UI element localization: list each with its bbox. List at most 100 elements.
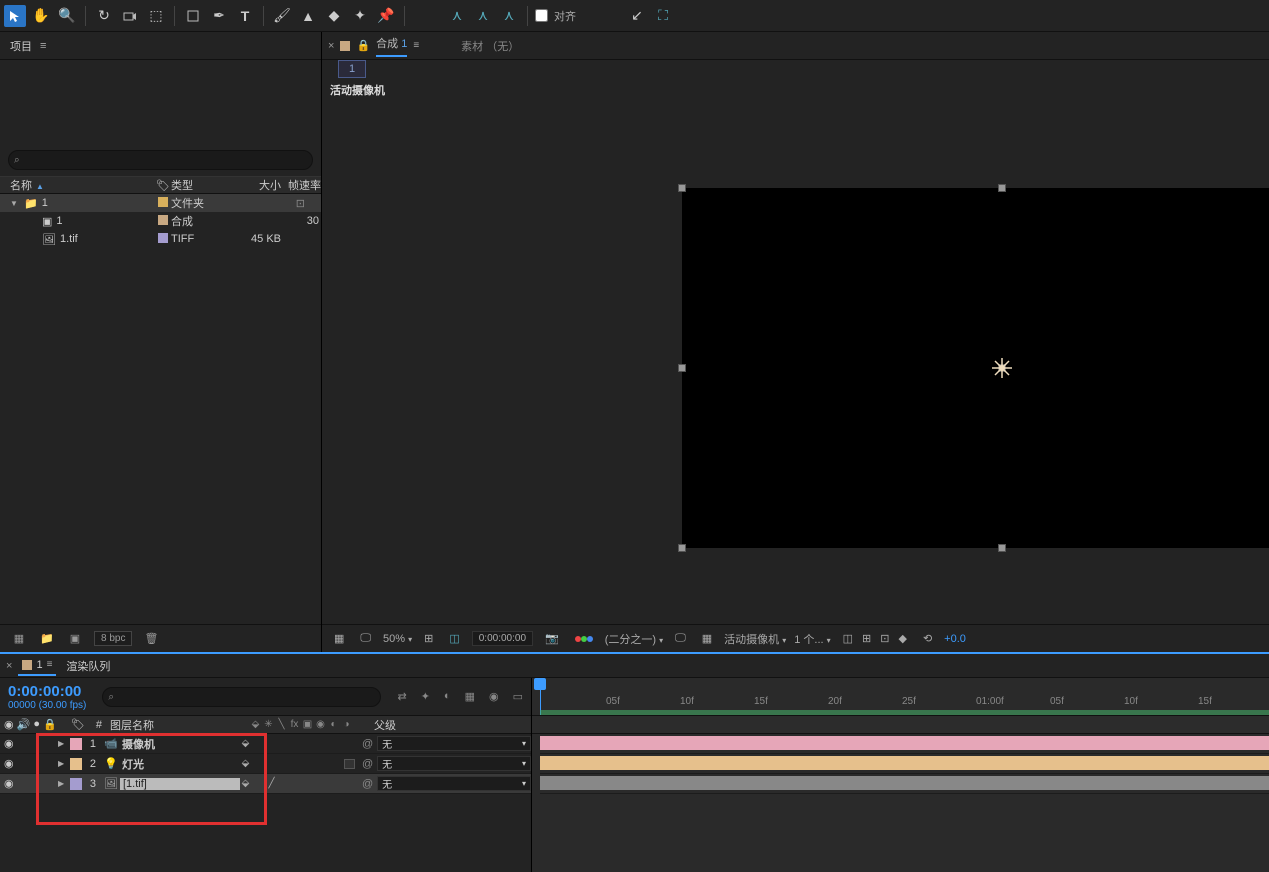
transform-handle[interactable] [678, 184, 686, 192]
eraser-tool[interactable]: ◆ [323, 5, 345, 27]
label-swatch[interactable] [158, 197, 168, 207]
roto-tool[interactable]: ✦ [349, 5, 371, 27]
selection-tool[interactable] [4, 5, 26, 27]
track-row[interactable] [540, 754, 1269, 774]
view-axis[interactable]: ⋏ [498, 5, 520, 27]
pixel-aspect-icon[interactable]: ◫ [839, 630, 857, 648]
zoom-dropdown[interactable]: 50% ▾ [383, 633, 412, 645]
timecode-display[interactable]: 0:00:00:00 [472, 631, 533, 646]
layer-label-swatch[interactable] [70, 758, 82, 770]
layer-label-swatch[interactable] [70, 738, 82, 750]
views-dropdown[interactable]: 1 个... ▾ [794, 631, 830, 647]
track-row[interactable] [540, 734, 1269, 754]
layer-duration-bar[interactable] [540, 776, 1269, 790]
col-type[interactable]: 类型 [171, 177, 241, 193]
pickwhip-icon[interactable]: @ [362, 778, 373, 790]
zoom-tool[interactable]: 🔍 [56, 5, 78, 27]
time-ruler[interactable]: 05f10f15f20f25f01:00f05f10f15f [532, 678, 1269, 716]
number-col[interactable]: # [86, 719, 106, 731]
delete-icon[interactable]: 🗑 [142, 630, 160, 648]
rect-tool[interactable]: ⬚ [145, 5, 167, 27]
label-col-icon[interactable]: 🏷 [70, 718, 86, 731]
col-name[interactable]: 名称 [10, 180, 32, 192]
new-folder-icon[interactable]: 📁 [38, 630, 56, 648]
label-swatch[interactable] [158, 215, 168, 225]
pickwhip-icon[interactable]: @ [362, 738, 373, 750]
mask-icon[interactable]: ◆ [894, 630, 910, 648]
camera-dropdown[interactable]: 活动摄像机 ▾ [724, 631, 786, 647]
transform-handle[interactable] [678, 364, 686, 372]
render-queue-tab[interactable]: 渲染队列 [62, 656, 114, 676]
layer-name[interactable]: 摄像机 [120, 736, 240, 752]
layer-row[interactable]: ◉ ▶ 3 🖼 [1.tif] ⬙╱ @ 无▾ [0, 774, 531, 794]
shape-tool[interactable] [182, 5, 204, 27]
local-axis[interactable]: ⋏ [446, 5, 468, 27]
always-preview-icon[interactable]: ▦ [330, 630, 348, 648]
expand-layer-icon[interactable]: ▶ [58, 739, 68, 748]
parent-dropdown[interactable]: 无▾ [377, 756, 531, 771]
solo-col-icon[interactable]: ● [33, 718, 40, 731]
visibility-toggle[interactable]: ◉ [4, 778, 14, 790]
parent-dropdown[interactable]: 无▾ [377, 776, 531, 791]
comp-flow-item[interactable]: 1 [338, 60, 366, 78]
type-tool[interactable]: T [234, 5, 256, 27]
layer-switches[interactable]: ⬙ [240, 758, 360, 769]
world-axis[interactable]: ⋏ [472, 5, 494, 27]
light-gizmo-icon[interactable] [991, 357, 1013, 379]
orbit-tool[interactable]: ↻ [93, 5, 115, 27]
comp-flowchart-icon[interactable]: ⇄ [397, 690, 406, 703]
tab-menu-icon[interactable]: ≡ [413, 40, 419, 51]
footage-tab[interactable]: 素材 （无） [461, 38, 519, 54]
expand-icon[interactable]: ⛶ [652, 5, 674, 27]
project-item[interactable]: 🖼1.tif TIFF 45 KB [0, 230, 321, 248]
layer-label-swatch[interactable] [70, 778, 82, 790]
reset-exposure-icon[interactable]: ⟲ [919, 630, 936, 648]
exposure-value[interactable]: +0.0 [944, 633, 966, 645]
resolution-dropdown[interactable]: (二分之一) ▾ [605, 631, 663, 647]
transform-handle[interactable] [998, 184, 1006, 192]
resolution-icon[interactable]: ⊞ [420, 630, 437, 648]
close-tab-icon[interactable]: × [6, 660, 12, 672]
visibility-toggle[interactable]: ◉ [4, 738, 14, 750]
lock-icon[interactable]: 🔒 [356, 39, 370, 52]
layer-duration-bar[interactable] [540, 736, 1269, 750]
close-tab-icon[interactable]: × [328, 40, 334, 52]
grid-icon[interactable]: ⊞ [858, 630, 875, 648]
expand-layer-icon[interactable]: ▶ [58, 779, 68, 788]
timeline-icon[interactable]: ▦ [698, 630, 716, 648]
frame-blend-icon[interactable]: ▦ [465, 690, 475, 703]
layer-switches[interactable]: ⬙ [240, 738, 360, 749]
fast-preview-icon[interactable]: 🖵 [671, 630, 690, 648]
layer-switches[interactable]: ⬙╱ [240, 778, 360, 789]
layer-name[interactable]: 灯光 [120, 756, 240, 772]
layername-col[interactable]: 图层名称 [106, 717, 250, 733]
project-search-input[interactable] [8, 150, 313, 170]
parent-col[interactable]: 父级 [370, 717, 480, 733]
transform-handle[interactable] [678, 544, 686, 552]
transform-handle[interactable] [998, 544, 1006, 552]
work-area-bar[interactable] [540, 710, 1269, 715]
track-row[interactable] [540, 774, 1269, 794]
graph-editor-icon[interactable]: ▭ [513, 690, 523, 703]
col-size[interactable]: 大小 [241, 177, 287, 193]
motion-blur-icon[interactable]: ◉ [489, 690, 499, 703]
label-swatch[interactable] [158, 233, 168, 243]
col-label-icon[interactable]: 🏷 [155, 179, 171, 192]
switches-col[interactable]: ⬙✳╲fx▣◉◐◑ [250, 719, 370, 730]
composition-canvas[interactable] [682, 188, 1269, 548]
transparency-grid-icon[interactable]: 🖵 [356, 630, 375, 648]
panel-menu-icon[interactable]: ≡ [40, 40, 46, 52]
expand-layer-icon[interactable]: ▶ [58, 759, 68, 768]
timeline-comp-tab[interactable]: 1 ≡ [18, 656, 56, 676]
project-item[interactable]: ▣1 合成 30 [0, 212, 321, 230]
lock-col-icon[interactable]: 🔒 [43, 718, 57, 731]
project-item[interactable]: ▼📁1 文件夹 ⊡ [0, 194, 321, 212]
brush-tool[interactable]: 🖌 [271, 5, 293, 27]
timeline-track-area[interactable]: 05f10f15f20f25f01:00f05f10f15f [532, 678, 1269, 872]
layer-duration-bar[interactable] [540, 756, 1269, 770]
camera-tool[interactable] [119, 5, 141, 27]
pen-tool[interactable]: ✒ [208, 5, 230, 27]
draft3d-icon[interactable]: ✦ [421, 690, 430, 703]
snapshot-icon[interactable]: 📷 [541, 630, 563, 648]
video-col-icon[interactable]: ◉ [4, 718, 14, 731]
